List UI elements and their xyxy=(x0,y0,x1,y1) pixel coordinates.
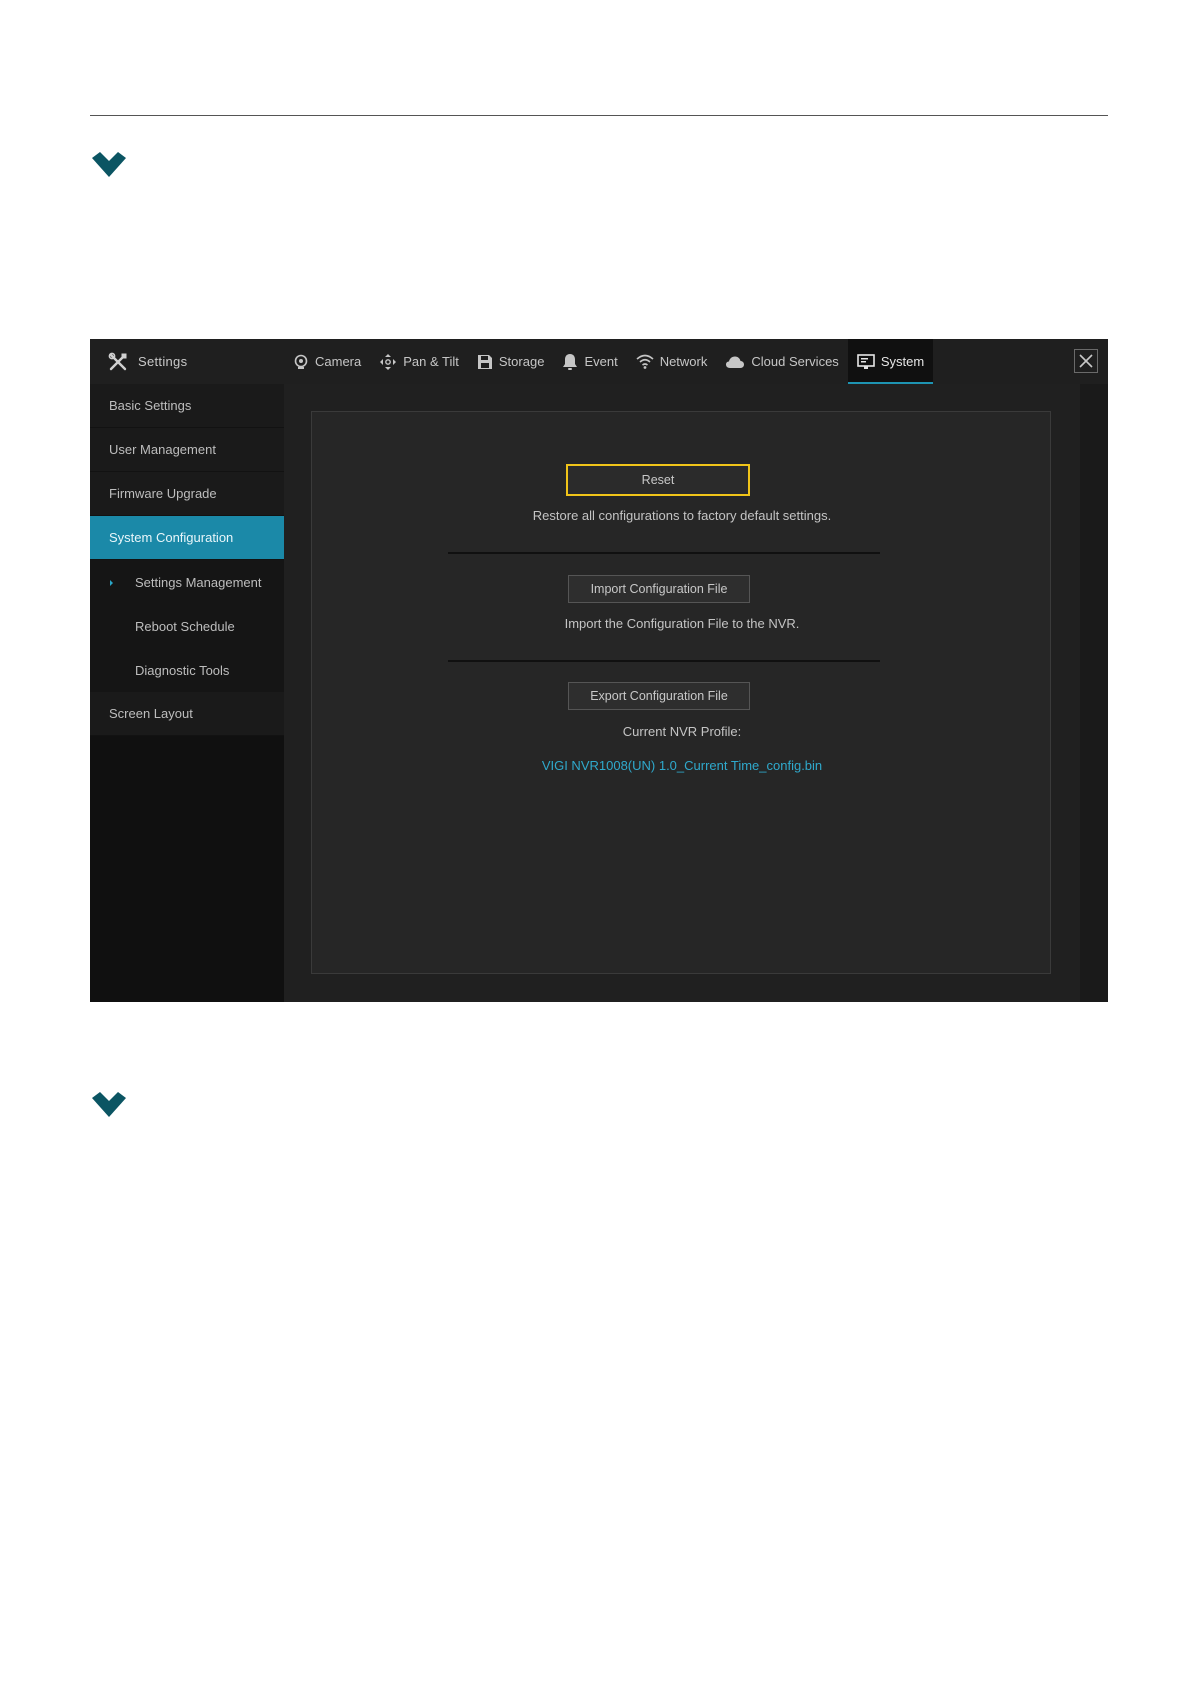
import-configuration-button[interactable]: Import Configuration File xyxy=(568,575,750,603)
chevron-down-icon xyxy=(92,152,126,177)
sidebar-item-label: Settings Management xyxy=(135,574,262,590)
reset-description: Restore all configurations to factory de… xyxy=(532,508,832,523)
sidebar-item-label: Screen Layout xyxy=(109,706,193,721)
scrollbar-track[interactable] xyxy=(1080,384,1108,1002)
sidebar-item-basic-settings[interactable]: Basic Settings xyxy=(90,384,284,428)
settings-sidebar: Basic Settings User Management Firmware … xyxy=(90,384,284,1002)
section-divider xyxy=(448,660,880,662)
tab-network[interactable]: Network xyxy=(627,339,717,384)
sidebar-item-label: Reboot Schedule xyxy=(135,618,235,634)
sidebar-item-label: Firmware Upgrade xyxy=(109,486,217,501)
tab-event-label: Event xyxy=(584,354,618,369)
tab-pan-tilt-label: Pan & Tilt xyxy=(403,354,459,369)
settings-title: Settings xyxy=(138,354,188,369)
reset-button[interactable]: Reset xyxy=(566,464,750,496)
settings-management-panel: Reset Restore all configurations to fact… xyxy=(311,411,1051,974)
tab-event[interactable]: Event xyxy=(553,339,626,384)
tab-pan-tilt[interactable]: Pan & Tilt xyxy=(370,339,468,384)
import-description: Import the Configuration File to the NVR… xyxy=(564,616,800,631)
tools-icon xyxy=(108,352,127,370)
sidebar-subitem-reboot-schedule[interactable]: Reboot Schedule xyxy=(90,604,284,648)
pan-tilt-icon xyxy=(380,353,397,370)
sidebar-subitem-diagnostic-tools[interactable]: Diagnostic Tools xyxy=(90,648,284,692)
settings-tabs: Camera Pan & Tilt Storage Event Network … xyxy=(284,339,934,384)
tab-camera[interactable]: Camera xyxy=(284,339,370,384)
chevron-down-icon xyxy=(92,1092,126,1117)
settings-brand: Settings xyxy=(90,339,284,384)
sidebar-item-firmware-upgrade[interactable]: Firmware Upgrade xyxy=(90,472,284,516)
sidebar-item-system-configuration[interactable]: System Configuration xyxy=(90,516,284,560)
selected-indicator-icon xyxy=(110,580,113,586)
main-content: Reset Restore all configurations to fact… xyxy=(284,384,1108,1002)
tab-system[interactable]: System xyxy=(847,339,934,384)
nvr-settings-window: Settings Camera Pan & Tilt Storage Event… xyxy=(90,339,1108,1002)
top-navigation-bar: Settings Camera Pan & Tilt Storage Event… xyxy=(90,339,1108,384)
sidebar-subitem-settings-management[interactable]: Settings Management xyxy=(90,560,284,604)
monitor-icon xyxy=(857,353,875,369)
sidebar-item-screen-layout[interactable]: Screen Layout xyxy=(90,692,284,736)
page-top-rule xyxy=(90,115,1108,116)
tab-storage[interactable]: Storage xyxy=(468,339,554,384)
tab-camera-label: Camera xyxy=(315,354,362,369)
tab-network-label: Network xyxy=(659,354,708,369)
sidebar-item-label: System Configuration xyxy=(109,530,234,545)
current-profile-file-link[interactable]: VIGI NVR1008(UN) 1.0_Current Time_config… xyxy=(312,758,1052,773)
cloud-icon xyxy=(726,356,745,368)
section-divider xyxy=(448,552,880,554)
wifi-icon xyxy=(636,354,654,369)
tab-cloud-services[interactable]: Cloud Services xyxy=(716,339,847,384)
close-button[interactable] xyxy=(1074,349,1098,373)
sidebar-item-user-management[interactable]: User Management xyxy=(90,428,284,472)
close-icon xyxy=(1079,354,1093,368)
sidebar-item-label: Basic Settings xyxy=(109,398,192,413)
camera-icon xyxy=(294,354,308,369)
floppy-disk-icon xyxy=(477,354,492,369)
sidebar-item-label: Diagnostic Tools xyxy=(135,662,230,678)
export-configuration-button[interactable]: Export Configuration File xyxy=(568,682,750,710)
tab-storage-label: Storage xyxy=(498,354,545,369)
current-profile-label: Current NVR Profile: xyxy=(622,724,742,739)
tab-cloud-services-label: Cloud Services xyxy=(751,354,839,369)
sidebar-item-label: User Management xyxy=(109,442,216,457)
bell-icon xyxy=(563,353,578,370)
tab-system-label: System xyxy=(880,354,925,369)
